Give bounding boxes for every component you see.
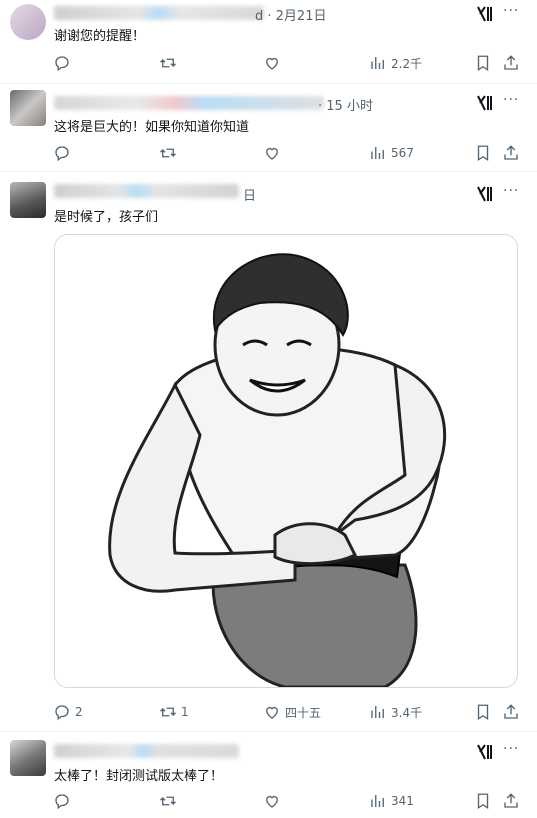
reply-icon <box>55 56 69 72</box>
bookmark-button[interactable] <box>474 53 492 73</box>
views-button[interactable]: 341 <box>369 791 414 811</box>
bookmark-icon <box>477 793 489 810</box>
views-icon <box>371 147 384 159</box>
reply-icon <box>55 705 69 721</box>
more-icon[interactable]: ··· <box>503 92 519 108</box>
retweet-icon <box>160 707 176 717</box>
post-timestamp[interactable]: d · 2月21日 <box>255 5 326 24</box>
reply-button[interactable]: 2 <box>53 702 83 722</box>
like-button[interactable] <box>263 53 285 73</box>
grok-icon[interactable] <box>476 95 494 111</box>
share-icon <box>504 704 518 719</box>
post-actions: 2.2千 <box>0 53 537 73</box>
reply-button[interactable] <box>53 53 75 73</box>
retweet-button[interactable] <box>159 791 181 811</box>
heart-icon <box>266 147 278 160</box>
share-icon <box>504 145 518 160</box>
heart-icon <box>266 795 278 808</box>
heart-icon <box>266 706 278 719</box>
post-actions: 567 <box>0 143 537 163</box>
like-button[interactable]: 四十五 <box>263 702 321 722</box>
post-1[interactable]: d · 2月21日 ··· 谢谢您的提醒！ 2.2千 <box>0 0 537 84</box>
retweet-icon <box>160 796 176 806</box>
more-icon[interactable]: ··· <box>503 741 519 757</box>
post-image[interactable] <box>54 234 518 688</box>
post-text: 太棒了！封闭测试版太棒了！ <box>54 769 224 784</box>
retweet-icon <box>160 148 176 158</box>
author-name[interactable] <box>54 184 239 198</box>
post-timestamp[interactable]: · 15 小时 <box>318 95 373 114</box>
post-timestamp[interactable]: 日 <box>243 185 256 204</box>
views-button[interactable]: 567 <box>369 143 414 163</box>
author-name[interactable] <box>54 744 239 758</box>
share-button[interactable] <box>502 143 520 163</box>
retweet-icon <box>160 58 176 68</box>
reply-button[interactable] <box>53 791 75 811</box>
like-button[interactable] <box>263 143 285 163</box>
post-text: 是时候了，孩子们 <box>54 210 159 225</box>
avatar[interactable] <box>10 4 46 40</box>
views-icon <box>371 706 384 718</box>
bookmark-icon <box>477 704 489 721</box>
views-button[interactable]: 2.2千 <box>369 53 422 73</box>
post-4[interactable]: ··· 太棒了！封闭测试版太棒了！ 341 <box>0 732 537 818</box>
views-icon <box>371 795 384 807</box>
more-icon[interactable]: ··· <box>503 3 519 19</box>
cartoon-man-illustration <box>55 235 517 687</box>
share-icon <box>504 55 518 70</box>
grok-icon[interactable] <box>476 186 494 202</box>
reply-icon <box>55 794 69 810</box>
like-button[interactable] <box>263 791 285 811</box>
post-text: 谢谢您的提醒！ <box>54 29 146 44</box>
post-actions: 2 1 四十五 3.4千 <box>0 702 537 722</box>
bookmark-button[interactable] <box>474 143 492 163</box>
post-3[interactable]: 日 ··· 是时候了，孩子们 2 1 四十五 3.4千 <box>0 172 537 732</box>
author-name[interactable] <box>54 96 324 110</box>
author-name[interactable] <box>54 6 264 20</box>
bookmark-icon <box>477 55 489 72</box>
post-text: 这将是巨大的！如果你知道你知道 <box>54 120 250 135</box>
retweet-button[interactable] <box>159 53 181 73</box>
post-2[interactable]: · 15 小时 ··· 这将是巨大的！如果你知道你知道 567 <box>0 84 537 172</box>
avatar[interactable] <box>10 90 46 126</box>
grok-icon[interactable] <box>476 6 494 22</box>
heart-icon <box>266 57 278 70</box>
grok-icon[interactable] <box>476 744 494 760</box>
bookmark-button[interactable] <box>474 702 492 722</box>
views-button[interactable]: 3.4千 <box>369 702 422 722</box>
avatar[interactable] <box>10 182 46 218</box>
share-button[interactable] <box>502 53 520 73</box>
retweet-button[interactable] <box>159 143 181 163</box>
more-icon[interactable]: ··· <box>503 183 519 199</box>
share-button[interactable] <box>502 791 520 811</box>
bookmark-icon <box>477 145 489 162</box>
share-button[interactable] <box>502 702 520 722</box>
reply-icon <box>55 146 69 162</box>
avatar[interactable] <box>10 740 46 776</box>
share-icon <box>504 793 518 808</box>
views-icon <box>371 57 384 69</box>
bookmark-button[interactable] <box>474 791 492 811</box>
reply-button[interactable] <box>53 143 75 163</box>
retweet-button[interactable]: 1 <box>159 702 189 722</box>
post-actions: 341 <box>0 791 537 811</box>
